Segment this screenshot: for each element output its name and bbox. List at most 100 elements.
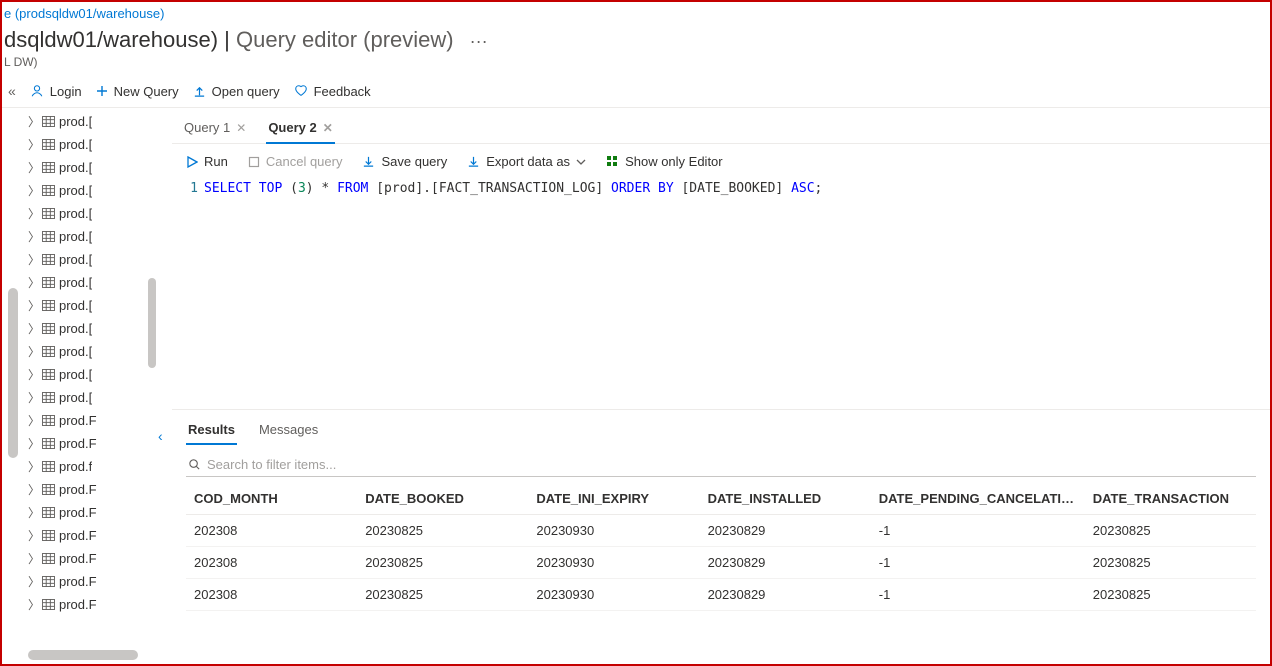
code-line[interactable]: SELECT TOP (3) * FROM [prod].[FACT_TRANS…: [204, 179, 822, 409]
chevron-right-icon: 〉: [28, 320, 38, 337]
tree-item[interactable]: 〉prod.[: [26, 294, 146, 317]
tree-item[interactable]: 〉prod.F: [26, 501, 146, 524]
save-query-button[interactable]: Save query: [362, 154, 447, 169]
table-cell: 20230825: [357, 579, 528, 611]
table-row[interactable]: 202308202308252023093020230829-120230825: [186, 547, 1256, 579]
table-icon: [42, 231, 55, 242]
tree-item[interactable]: 〉prod.[: [26, 271, 146, 294]
table-icon: [42, 369, 55, 380]
export-data-button[interactable]: Export data as: [467, 154, 586, 169]
chevron-right-icon: 〉: [28, 481, 38, 498]
table-icon: [42, 461, 55, 472]
tree-item[interactable]: 〉prod.F: [26, 478, 146, 501]
tab-messages[interactable]: Messages: [257, 418, 320, 445]
open-query-button[interactable]: Open query: [193, 84, 280, 99]
tree-item-label: prod.f: [59, 459, 92, 474]
tree-item[interactable]: 〉prod.F: [26, 547, 146, 570]
tree-item[interactable]: 〉prod.[: [26, 202, 146, 225]
query-tab[interactable]: Query 2✕: [266, 114, 334, 143]
grid-icon: [606, 155, 619, 168]
object-explorer-tree: 〉prod.[〉prod.[〉prod.[〉prod.[〉prod.[〉prod…: [26, 108, 146, 652]
table-cell: 202308: [186, 579, 357, 611]
login-button[interactable]: Login: [30, 84, 82, 99]
search-icon: [188, 458, 201, 471]
chevron-right-icon: 〉: [28, 573, 38, 590]
new-query-button[interactable]: New Query: [96, 84, 179, 99]
splitter[interactable]: ‹: [158, 108, 172, 652]
tree-item[interactable]: 〉prod.F: [26, 409, 146, 432]
close-icon[interactable]: ✕: [236, 121, 246, 135]
tree-item-label: prod.F: [59, 413, 97, 428]
more-icon[interactable]: ···: [462, 31, 488, 52]
tree-item[interactable]: 〉prod.[: [26, 340, 146, 363]
close-icon[interactable]: ✕: [323, 121, 333, 135]
chevron-right-icon: 〉: [28, 527, 38, 544]
tree-item[interactable]: 〉prod.[: [26, 317, 146, 340]
table-cell: 20230930: [528, 579, 699, 611]
table-icon: [42, 162, 55, 173]
tree-item-label: prod.[: [59, 298, 92, 313]
tree-item[interactable]: 〉prod.[: [26, 156, 146, 179]
table-cell: 20230825: [357, 515, 528, 547]
run-label: Run: [204, 154, 228, 169]
open-query-label: Open query: [212, 84, 280, 99]
table-icon: [42, 139, 55, 150]
tree-item[interactable]: 〉prod.[: [26, 179, 146, 202]
column-header[interactable]: DATE_INSTALLED: [700, 483, 871, 515]
tree-item[interactable]: 〉prod.F: [26, 593, 146, 616]
horizontal-scrollbar-thumb[interactable]: [28, 650, 138, 660]
tab-results[interactable]: Results: [186, 418, 237, 445]
tree-item[interactable]: 〉prod.[: [26, 248, 146, 271]
query-tab-label: Query 1: [184, 120, 230, 135]
results-search[interactable]: [186, 453, 1256, 477]
table-cell: 202308: [186, 547, 357, 579]
column-header[interactable]: DATE_INI_EXPIRY: [528, 483, 699, 515]
query-tab[interactable]: Query 1 ✕: [182, 114, 248, 143]
chevron-right-icon: 〉: [28, 550, 38, 567]
download-icon: [362, 155, 375, 168]
chevron-right-icon: 〉: [28, 182, 38, 199]
tree-item[interactable]: 〉prod.[: [26, 110, 146, 133]
column-header[interactable]: DATE_TRANSACTION: [1085, 483, 1256, 515]
table-icon: [42, 277, 55, 288]
run-button[interactable]: Run: [186, 154, 228, 169]
plus-icon: [96, 85, 108, 97]
chevron-right-icon: 〉: [28, 343, 38, 360]
table-row[interactable]: 202308202308252023093020230829-120230825: [186, 579, 1256, 611]
tree-item[interactable]: 〉prod.[: [26, 133, 146, 156]
table-icon: [42, 576, 55, 587]
table-cell: 20230829: [700, 579, 871, 611]
tree-scrollbar-thumb[interactable]: [148, 278, 156, 368]
chevron-left-icon[interactable]: ‹: [158, 428, 163, 444]
tree-item[interactable]: 〉prod.[: [26, 386, 146, 409]
results-search-input[interactable]: [207, 457, 1254, 472]
tree-item[interactable]: 〉prod.[: [26, 225, 146, 248]
tree-item[interactable]: 〉prod.F: [26, 432, 146, 455]
export-data-label: Export data as: [486, 154, 570, 169]
tree-item-label: prod.[: [59, 229, 92, 244]
feedback-button[interactable]: Feedback: [294, 84, 371, 99]
column-header[interactable]: DATE_BOOKED: [357, 483, 528, 515]
sql-editor[interactable]: 1 SELECT TOP (3) * FROM [prod].[FACT_TRA…: [172, 179, 1270, 409]
play-icon: [186, 156, 198, 168]
table-cell: 20230825: [1085, 579, 1256, 611]
scrollbar-thumb[interactable]: [8, 288, 18, 458]
tree-item-label: prod.F: [59, 505, 97, 520]
column-header[interactable]: COD_MONTH: [186, 483, 357, 515]
title-sep: |: [218, 27, 236, 52]
table-icon: [42, 484, 55, 495]
column-header[interactable]: DATE_PENDING_CANCELATIO...: [871, 483, 1085, 515]
table-row[interactable]: 202308202308252023093020230829-120230825: [186, 515, 1256, 547]
tree-item[interactable]: 〉prod.F: [26, 570, 146, 593]
chevron-right-icon: 〉: [28, 136, 38, 153]
chevron-right-icon: 〉: [28, 205, 38, 222]
tree-item[interactable]: 〉prod.f: [26, 455, 146, 478]
tree-item[interactable]: 〉prod.[: [26, 363, 146, 386]
new-query-label: New Query: [114, 84, 179, 99]
show-only-editor-button[interactable]: Show only Editor: [606, 154, 723, 169]
tree-item[interactable]: 〉prod.F: [26, 524, 146, 547]
collapse-breadcrumb-button[interactable]: «: [8, 83, 16, 99]
breadcrumb[interactable]: e (prodsqldw01/warehouse): [2, 2, 1270, 25]
person-icon: [30, 84, 44, 98]
table-icon: [42, 438, 55, 449]
